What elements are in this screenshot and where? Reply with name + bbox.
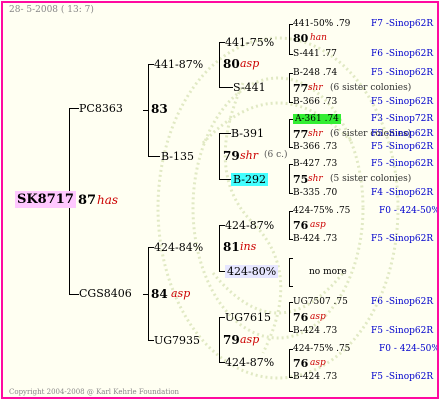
g3-src-mid: F5 -Sinop62R — [371, 129, 434, 139]
g5-breed: asp — [310, 220, 326, 230]
mf-score: 81 — [223, 240, 240, 254]
fm-score: 79 — [223, 149, 240, 163]
mf-id[interactable]: 424-84% — [154, 242, 203, 253]
mother-breed: asp — [171, 287, 191, 300]
g5-src-bottom: F5 -Sinop62R — [371, 234, 434, 244]
fmm-id-label: B-292 — [231, 173, 268, 186]
g5-top[interactable]: 424-75% .75 — [293, 207, 350, 216]
g4-score: 75 — [293, 173, 309, 186]
father-score: 83 — [151, 102, 168, 116]
g7-top[interactable]: 424-75% .75 — [293, 345, 350, 354]
g3-src-top: F3 -Sinop72R — [371, 114, 434, 124]
ff-id[interactable]: 441-87% — [154, 59, 203, 70]
g5-src-top: F0 - 424-50% — [379, 206, 439, 216]
mm-id[interactable]: UG7935 — [154, 335, 200, 346]
g4-note: (5 sister colonies) — [330, 174, 412, 184]
fmf-id[interactable]: B-391 — [231, 128, 264, 139]
pedigree-frame: 28- 5-2008 ( 13: 7) SK8717 87 has PC8363… — [1, 1, 439, 399]
ffm-id[interactable]: S-441 — [233, 82, 266, 93]
no-more-label: no more — [309, 267, 347, 277]
g7-src-top: F0 - 424-50% — [379, 344, 439, 354]
ff-breed: asp — [240, 57, 260, 70]
fmm-id[interactable]: B-292 — [231, 173, 268, 186]
g2-top[interactable]: B-248 .74 — [293, 69, 337, 78]
g4-breed: shr — [308, 174, 323, 184]
ff-score: 80 — [223, 57, 240, 71]
g5-score: 76 — [293, 219, 309, 232]
fm-breed: shr — [240, 149, 258, 162]
g7-src-bottom: F5 -Sinop62R — [371, 372, 434, 382]
fm-id[interactable]: B-135 — [161, 151, 194, 162]
fm-note: (6 c.) — [264, 150, 288, 160]
g2-score: 77 — [293, 82, 309, 95]
report-date: 28- 5-2008 ( 13: 7) — [9, 5, 94, 15]
g1-src-top: F7 -Sinop62R — [371, 19, 434, 29]
root-id: SK8717 — [15, 191, 76, 208]
copyright-footer: Copyright 2004-2008 @ Karl Kehrle Founda… — [9, 388, 180, 396]
mother-score: 84 — [151, 287, 168, 301]
root-queen[interactable]: SK8717 — [15, 191, 76, 208]
mmf-id[interactable]: UG7615 — [225, 312, 271, 323]
g3-top-label: A-361 .74 — [293, 114, 341, 124]
g3-breed: shr — [308, 129, 323, 139]
mfm-id-label: 424-80% — [225, 265, 279, 278]
father-id[interactable]: PC8363 — [79, 103, 123, 114]
g7-score: 76 — [293, 357, 309, 370]
g1-bottom[interactable]: S-441 .77 — [293, 50, 337, 59]
mm-score: 79 — [223, 333, 240, 347]
g2-breed: shr — [308, 83, 323, 93]
g7-breed: asp — [310, 358, 326, 368]
g6-top[interactable]: UG7507 .75 — [293, 298, 348, 307]
g2-src-top: F5 -Sinop62R — [371, 68, 434, 78]
g1-src-bottom: F6 -Sinop62R — [371, 49, 434, 59]
g6-breed: asp — [310, 312, 326, 322]
fff-id[interactable]: 441-75% — [225, 37, 274, 48]
g6-src-bottom: F5 -Sinop62R — [371, 326, 434, 336]
mmm-id[interactable]: 424-87% — [225, 357, 274, 368]
mfm-id[interactable]: 424-80% — [225, 265, 279, 278]
g3-src-bottom: F5 -Sinop62R — [371, 142, 434, 152]
g4-bottom[interactable]: B-335 .70 — [293, 189, 337, 198]
mff-id[interactable]: 424-87% — [225, 220, 274, 231]
g3-top[interactable]: A-361 .74 — [293, 114, 341, 124]
g2-bottom[interactable]: B-366 .73 — [293, 98, 337, 107]
g4-src-top: F5 -Sinop62R — [371, 159, 434, 169]
g1-score: 80 — [293, 32, 309, 45]
g3-bottom[interactable]: B-366 .73 — [293, 143, 337, 152]
g2-src-bottom: F5 -Sinop62R — [371, 97, 434, 107]
g4-top[interactable]: B-427 .73 — [293, 160, 337, 169]
g1-breed: han — [310, 33, 327, 43]
g3-score: 77 — [293, 128, 309, 141]
g6-score: 76 — [293, 311, 309, 324]
root-breed: has — [97, 193, 119, 207]
g6-bottom[interactable]: B-424 .73 — [293, 327, 337, 336]
mother-id[interactable]: CGS8406 — [79, 288, 132, 299]
g4-src-bottom: F4 -Sinop62R — [371, 188, 434, 198]
g6-src-top: F6 -Sinop62R — [371, 297, 434, 307]
g7-bottom[interactable]: B-424 .73 — [293, 373, 337, 382]
g2-note: (6 sister colonies) — [330, 83, 412, 93]
mm-breed: asp — [240, 333, 260, 346]
g5-bottom[interactable]: B-424 .73 — [293, 235, 337, 244]
root-score: 87 — [78, 193, 97, 208]
g1-top[interactable]: 441-50% .79 — [293, 20, 350, 29]
mf-breed: ins — [240, 240, 257, 253]
